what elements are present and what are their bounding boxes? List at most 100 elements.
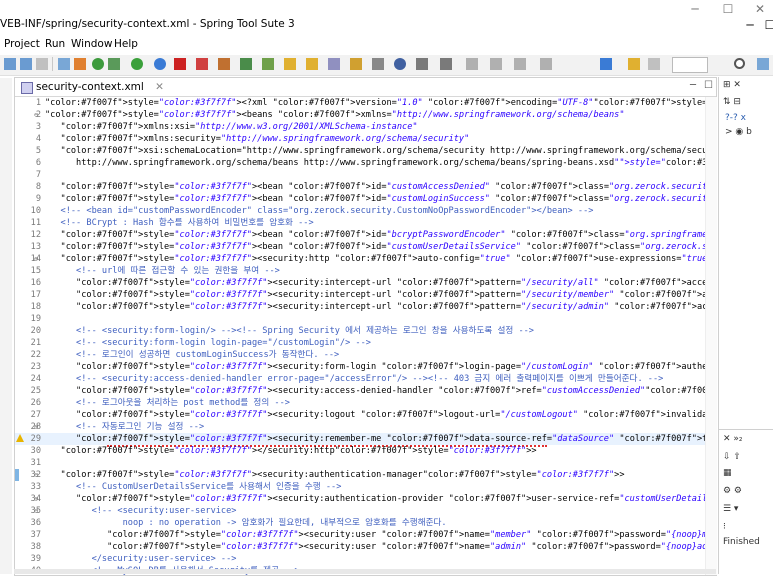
undo-icon[interactable] xyxy=(36,58,48,70)
editor-tab-security-context[interactable]: security-context.xml ✕ xyxy=(18,78,170,96)
run-icon[interactable] xyxy=(131,58,143,70)
forward-icon[interactable] xyxy=(20,58,32,70)
code-line[interactable]: 31 xyxy=(15,457,705,469)
prev-annotation-icon[interactable] xyxy=(440,58,452,70)
open-folder-icon[interactable] xyxy=(284,58,296,70)
code-line[interactable]: 36 noop : no operation -> 암호화가 필요한데, 내부적… xyxy=(15,517,705,529)
terminal-icon[interactable] xyxy=(218,58,230,70)
new-spring-icon[interactable] xyxy=(240,58,252,70)
code-line[interactable]: 25 "color:#7f007f">style="color:#3f7f7f"… xyxy=(15,385,705,397)
code-line[interactable]: 1 "color:#7f007f">style="color:#3f7f7f"><… xyxy=(15,97,705,109)
fold-toggle-icon[interactable]: ⊖ xyxy=(34,469,40,481)
code-line[interactable]: 32 ⊖ "color:#7f007f">style="color:#3f7f7f… xyxy=(15,469,705,481)
editor-minimize-icon[interactable]: ─ xyxy=(690,80,696,91)
refresh-icon[interactable] xyxy=(92,58,104,70)
code-line[interactable]: 35 ⊖ <!-- <security:user-service> xyxy=(15,505,705,517)
panel-misc-icon[interactable]: ⁝ xyxy=(723,522,726,532)
last-edit-icon[interactable] xyxy=(466,58,478,70)
minimize-button[interactable]: ─ xyxy=(680,2,710,16)
grid-icon[interactable] xyxy=(648,58,660,70)
code-line[interactable]: 19 xyxy=(15,313,705,325)
mark-occurrences-icon[interactable] xyxy=(372,58,384,70)
close-tab-icon[interactable]: ✕ xyxy=(155,81,164,93)
code-line[interactable]: 16 "color:#7f007f">style="color:#3f7f7f"… xyxy=(15,277,705,289)
code-line[interactable]: 18 "color:#7f007f">style="color:#3f7f7f"… xyxy=(15,301,705,313)
next-annotation-icon[interactable] xyxy=(416,58,428,70)
code-line[interactable]: 38 "color:#7f007f">style="color:#3f7f7f"… xyxy=(15,541,705,553)
back-icon[interactable] xyxy=(4,58,16,70)
code-line[interactable]: 3 "color:#7f007f">xmlns:xsi="http://www.… xyxy=(15,121,705,133)
fold-toggle-icon[interactable]: ⊖ xyxy=(34,421,40,433)
outline-tree-item[interactable]: ?-? x xyxy=(725,113,746,123)
coverage-icon[interactable] xyxy=(154,58,166,70)
code-line[interactable]: 26 <!-- 로그아웃을 처리하는 post method를 정의 --> xyxy=(15,397,705,409)
open-type-icon[interactable] xyxy=(306,58,318,70)
code-line[interactable]: 10 <!-- <bean id="customPasswordEncoder"… xyxy=(15,205,705,217)
perspective-dropdown[interactable] xyxy=(672,57,708,73)
warning-icon[interactable] xyxy=(16,434,24,442)
maximize-button[interactable]: ☐ xyxy=(713,2,743,16)
panel-menu-icon[interactable]: ☰ ▾ xyxy=(723,504,738,514)
annotation-icon[interactable] xyxy=(394,58,406,70)
code-line[interactable]: 9 "color:#7f007f">style="color:#3f7f7f">… xyxy=(15,193,705,205)
forward-nav-icon[interactable] xyxy=(514,58,526,70)
spring-boot-icon[interactable] xyxy=(262,58,274,70)
code-line[interactable]: 8 "color:#7f007f">style="color:#3f7f7f">… xyxy=(15,181,705,193)
search-tool-icon[interactable] xyxy=(328,58,340,70)
code-line[interactable]: 11 <!-- BCrypt : Hash 함수를 사용하여 비밀번호를 암호화… xyxy=(15,217,705,229)
fold-toggle-icon[interactable]: ⊖ xyxy=(34,253,40,265)
code-line[interactable]: 21 <!-- <security:form-login login-page=… xyxy=(15,337,705,349)
code-line[interactable]: 13 "color:#7f007f">style="color:#3f7f7f"… xyxy=(15,241,705,253)
code-line[interactable]: 15 <!-- url에 따른 접근할 수 있는 권한을 부여 --> xyxy=(15,265,705,277)
code-line[interactable]: 29 "color:#7f007f">style="color:#3f7f7f"… xyxy=(15,433,705,447)
fold-toggle-icon[interactable]: ⊖ xyxy=(34,493,40,505)
code-line[interactable]: 17 "color:#7f007f">style="color:#3f7f7f"… xyxy=(15,289,705,301)
panel-tab-icon[interactable]: ✕ »₂ xyxy=(723,434,743,444)
search-icon[interactable] xyxy=(734,58,745,69)
fold-toggle-icon[interactable]: ⊖ xyxy=(34,505,40,517)
code-line[interactable]: 12 "color:#7f007f">style="color:#3f7f7f"… xyxy=(15,229,705,241)
code-line[interactable]: 23 "color:#7f007f">style="color:#3f7f7f"… xyxy=(15,361,705,373)
outline-toolbar-icon[interactable]: ⇅ ⊟ xyxy=(723,97,741,107)
format-icon[interactable] xyxy=(58,58,70,70)
horizontal-scrollbar[interactable] xyxy=(14,569,716,574)
code-line[interactable]: 2 ⊖ "color:#7f007f">style="color:#3f7f7f">… xyxy=(15,109,705,121)
fold-toggle-icon[interactable]: ⊖ xyxy=(34,109,40,121)
code-area[interactable]: 1 "color:#7f007f">style="color:#3f7f7f"><… xyxy=(15,97,705,575)
code-line[interactable]: 24 <!-- <security:access-denied-handler … xyxy=(15,373,705,385)
server-icon[interactable] xyxy=(196,58,208,70)
panel-up-down-icon[interactable]: ⇩ ⇧ xyxy=(723,452,741,462)
outline-tree-item[interactable]: > ◉ b xyxy=(725,127,752,137)
window-restore-icon[interactable]: ☐ xyxy=(755,18,773,32)
code-line[interactable]: 27 "color:#7f007f">style="color:#3f7f7f"… xyxy=(15,409,705,421)
build-icon[interactable] xyxy=(74,58,86,70)
code-line[interactable]: 7 xyxy=(15,169,705,181)
java-ee-perspective-icon[interactable] xyxy=(757,58,769,70)
menu-run[interactable]: Run xyxy=(45,38,65,50)
close-button[interactable]: ✕ xyxy=(745,2,773,16)
code-line[interactable]: 5 "color:#7f007f">xsi:schemaLocation="ht… xyxy=(15,145,705,157)
editor-maximize-icon[interactable]: ☐ xyxy=(704,80,713,91)
code-line[interactable]: 14 ⊖ "color:#7f007f">style="color:#3f7f7f… xyxy=(15,253,705,265)
pin-editor-icon[interactable] xyxy=(540,58,552,70)
panel-view-icon[interactable]: ▦ xyxy=(723,468,732,478)
menu-window[interactable]: Window xyxy=(71,38,112,50)
menu-project[interactable]: Project xyxy=(4,38,40,50)
menu-help[interactable]: Help xyxy=(114,38,138,50)
code-line[interactable]: 28 ⊖ <!-- 자동로그인 기능 설정 --> xyxy=(15,421,705,433)
panel-action-icon[interactable]: ⚙ ⚙ xyxy=(723,486,742,496)
task-icon[interactable] xyxy=(350,58,362,70)
code-line[interactable]: 33 <!-- CustomUserDetailsService를 사용해서 인… xyxy=(15,481,705,493)
debug-icon[interactable] xyxy=(108,58,120,70)
back-nav-icon[interactable] xyxy=(490,58,502,70)
code-line[interactable]: 30 "color:#7f007f">style="color:#3f7f7f"… xyxy=(15,445,705,457)
code-line[interactable]: 4 "color:#7f007f">xmlns:security="http:/… xyxy=(15,133,705,145)
code-line[interactable]: 6 http://www.springframework.org/schema/… xyxy=(15,157,705,169)
code-line[interactable]: 34 ⊖ "color:#7f007f">style="color:#3f7f7f… xyxy=(15,493,705,505)
code-line[interactable]: 20 <!-- <security:form-login/> --><!-- S… xyxy=(15,325,705,337)
code-line[interactable]: 39 </security:user-service> --> xyxy=(15,553,705,565)
outline-tab-icon[interactable]: ⊞ ✕ xyxy=(723,80,741,90)
code-line[interactable]: 22 <!-- 로그인이 성공하면 customLoginSuccess가 동작… xyxy=(15,349,705,361)
spring-icon[interactable] xyxy=(628,58,640,70)
stop-icon[interactable] xyxy=(174,58,186,70)
